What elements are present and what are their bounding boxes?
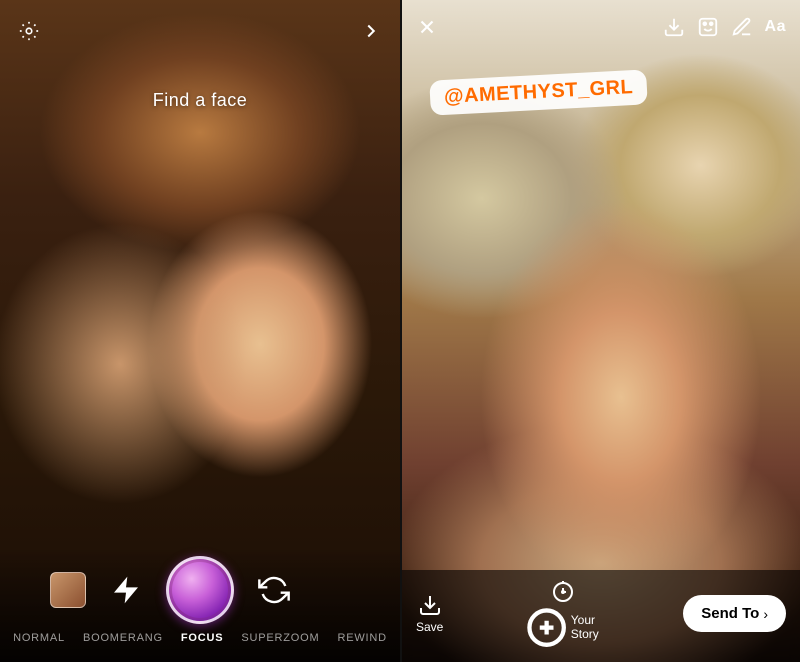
shutter-button[interactable]: [166, 556, 234, 624]
save-icon: [418, 593, 442, 617]
plus-circle-icon: [526, 607, 567, 648]
right-story-panel: Aa @AMETHYST_GRL Save: [402, 0, 800, 662]
settings-icon[interactable]: [18, 20, 40, 42]
download-icon[interactable]: [663, 16, 685, 38]
mode-superzoom[interactable]: SUPERZOOM: [241, 632, 319, 644]
camera-modes-bar: NORMAL BOOMERANG FOCUS SUPERZOOM REWIND: [0, 630, 400, 652]
your-story-action[interactable]: Your Story: [526, 580, 602, 648]
right-top-bar: Aa: [402, 16, 800, 38]
your-story-icon: [551, 580, 575, 604]
right-bottom-bar: Save Your Story: [402, 570, 800, 662]
save-label: Save: [416, 620, 443, 634]
mode-boomerang[interactable]: BOOMERANG: [83, 632, 163, 644]
mode-normal[interactable]: NORMAL: [13, 632, 65, 644]
your-story-label: Your Story: [571, 613, 601, 641]
left-camera-panel: Find a face: [0, 0, 400, 662]
left-bottom-bar: NORMAL BOOMERANG FOCUS SUPERZOOM REWIND: [0, 548, 400, 662]
sticker-icon[interactable]: [697, 16, 719, 38]
your-story-row: Your Story: [526, 607, 602, 648]
mode-rewind[interactable]: REWIND: [337, 632, 386, 644]
send-chevron-icon: ›: [763, 606, 768, 622]
send-to-label: Send To: [701, 605, 759, 622]
draw-icon[interactable]: [731, 16, 753, 38]
camera-controls: [0, 548, 400, 630]
flip-camera-icon[interactable]: [258, 574, 290, 606]
mode-focus[interactable]: FOCUS: [181, 632, 224, 644]
close-icon[interactable]: [416, 16, 438, 38]
gallery-thumbnail[interactable]: [50, 572, 86, 608]
find-face-label: Find a face: [0, 90, 400, 111]
shutter-inner: [172, 562, 228, 618]
flash-icon[interactable]: [110, 574, 142, 606]
save-action[interactable]: Save: [416, 593, 443, 634]
left-top-bar: [0, 20, 400, 42]
text-tool-aa[interactable]: Aa: [765, 18, 786, 36]
send-to-button[interactable]: Send To ›: [683, 595, 786, 632]
mention-text: @AMETHYST_GRL: [444, 76, 634, 108]
chevron-right-icon[interactable]: [360, 20, 382, 42]
right-top-actions: Aa: [663, 16, 786, 38]
